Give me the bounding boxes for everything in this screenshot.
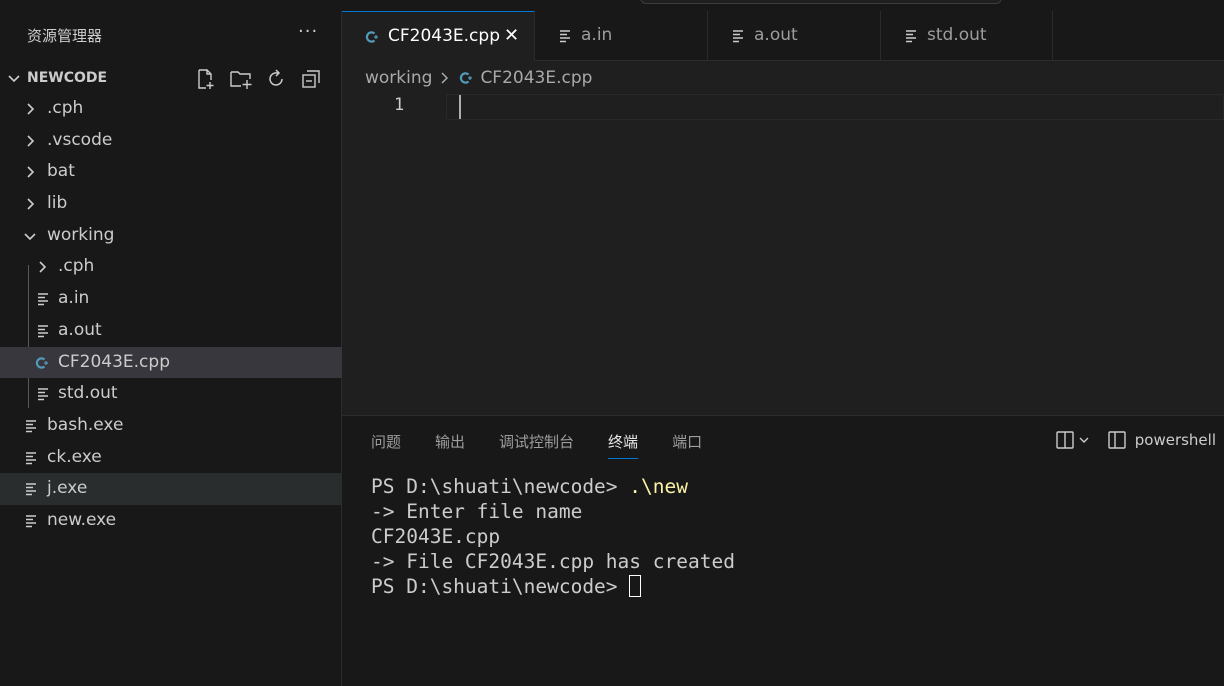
text-file-icon xyxy=(26,451,36,464)
terminal-instance-icon[interactable] xyxy=(1107,430,1127,450)
panel-tabs: 问题 输出 调试控制台 终端 端口 xyxy=(371,431,736,459)
breadcrumb-folder[interactable]: working xyxy=(365,68,432,88)
terminal-line: -> Enter file name xyxy=(371,500,583,523)
tree-item-label: new.exe xyxy=(47,509,117,530)
text-file-icon xyxy=(26,483,36,496)
tree-item-label: a.out xyxy=(58,319,102,340)
cpp-file-icon xyxy=(460,72,473,84)
tree-item-bat[interactable]: bat xyxy=(0,156,342,188)
current-line-highlight xyxy=(446,94,1224,120)
bottom-panel: 问题 输出 调试控制台 终端 端口 powershell PS D:\shuat… xyxy=(342,415,1224,686)
tree-item-bash-exe[interactable]: bash.exe xyxy=(0,410,342,442)
tab-problems[interactable]: 问题 xyxy=(371,431,401,458)
line-number: 1 xyxy=(394,95,405,115)
code-editor[interactable]: working CF2043E.cpp 1 xyxy=(342,61,1224,415)
tree-item-label: a.in xyxy=(58,288,90,309)
close-icon[interactable]: ✕ xyxy=(504,25,519,46)
text-file-icon xyxy=(26,420,36,433)
collapse-all-icon[interactable] xyxy=(299,67,323,91)
tab-label: std.out xyxy=(927,25,987,45)
workspace-section-header[interactable]: NEWCODE xyxy=(0,67,342,91)
tree-item-label: .cph xyxy=(47,98,84,118)
explorer-title: 资源管理器 xyxy=(27,27,103,45)
chevron-right-icon xyxy=(27,135,35,147)
tab-a-in[interactable]: a.in xyxy=(535,11,708,61)
tree-item-label: .vscode xyxy=(47,129,113,150)
terminal-output[interactable]: PS D:\shuati\newcode> .\new -> Enter fil… xyxy=(371,474,735,599)
terminal-name[interactable]: powershell xyxy=(1135,431,1216,449)
tab-label: a.out xyxy=(754,25,798,45)
tab-label: a.in xyxy=(581,25,613,45)
text-file-icon xyxy=(733,30,743,43)
tree-item-cf2043e-cpp[interactable]: CF2043E.cpp xyxy=(0,346,342,379)
text-file-icon xyxy=(906,30,916,43)
editor-tab-bar: CF2043E.cpp ✕ a.in a.out std.out xyxy=(342,11,1224,62)
refresh-icon[interactable] xyxy=(264,67,288,91)
text-file-icon xyxy=(38,388,48,401)
chevron-right-icon xyxy=(39,261,47,274)
command-center[interactable] xyxy=(640,0,1002,4)
tree-item-label: lib xyxy=(47,193,68,214)
chevron-down-icon xyxy=(24,233,36,240)
split-terminal-icon[interactable] xyxy=(1055,430,1075,450)
chevron-right-icon xyxy=(27,198,35,210)
terminal-line: CF2043E.cpp xyxy=(371,525,501,548)
tab-cf2043e-cpp[interactable]: CF2043E.cpp ✕ xyxy=(342,11,535,62)
text-cursor xyxy=(459,95,461,119)
breadcrumb-file[interactable]: CF2043E.cpp xyxy=(480,68,592,88)
tree-item-std-out[interactable]: std.out xyxy=(0,378,342,410)
tree-item-label: ck.exe xyxy=(47,446,102,467)
tree-item-label: bat xyxy=(47,161,75,182)
tab-a-out[interactable]: a.out xyxy=(708,11,881,61)
tree-item-cph[interactable]: .cph xyxy=(0,93,342,125)
tree-item-j-exe[interactable]: j.exe xyxy=(0,473,342,505)
title-bar xyxy=(0,0,1224,11)
chevron-down-icon xyxy=(8,75,20,83)
text-file-icon xyxy=(38,325,48,338)
tree-item-lib[interactable]: lib xyxy=(0,188,342,220)
tree-item-label: working xyxy=(47,224,115,245)
chevron-right-icon xyxy=(27,166,35,178)
text-file-icon xyxy=(38,293,48,306)
text-file-icon xyxy=(26,515,36,528)
chevron-right-icon xyxy=(27,103,35,115)
tab-std-out[interactable]: std.out xyxy=(881,11,1053,61)
terminal-prompt: PS D:\shuati\newcode> xyxy=(371,475,630,498)
text-file-icon xyxy=(560,30,570,43)
tree-item-a-out[interactable]: a.out xyxy=(0,315,342,347)
tab-output[interactable]: 输出 xyxy=(435,431,465,458)
tab-ports[interactable]: 端口 xyxy=(672,431,702,458)
tree-item-label: .cph xyxy=(58,256,95,277)
chevron-right-icon xyxy=(441,72,449,84)
tree-item-label: CF2043E.cpp xyxy=(58,351,170,372)
tab-debug-console[interactable]: 调试控制台 xyxy=(499,431,574,458)
cpp-file-icon xyxy=(365,31,378,43)
terminal-toolbar: powershell xyxy=(1055,430,1216,450)
terminal-cursor xyxy=(629,575,642,597)
more-actions-icon[interactable]: ··· xyxy=(298,21,318,42)
terminal-prompt: PS D:\shuati\newcode> xyxy=(371,575,630,598)
chevron-down-icon[interactable] xyxy=(1077,430,1091,450)
breadcrumb: working CF2043E.cpp xyxy=(365,68,592,88)
new-folder-icon[interactable] xyxy=(229,67,253,91)
tree-item-label: bash.exe xyxy=(47,414,124,435)
explorer-sidebar: 资源管理器 ··· NEWCODE .cph .vscode bat lib w… xyxy=(0,11,342,686)
cpp-file-icon xyxy=(35,356,48,369)
tree-item-working-cph[interactable]: .cph xyxy=(0,251,342,283)
tree-item-working[interactable]: working xyxy=(0,220,342,252)
new-file-icon[interactable] xyxy=(194,67,218,91)
tab-terminal[interactable]: 终端 xyxy=(608,431,639,459)
terminal-command: .\new xyxy=(629,475,688,498)
file-tree: .cph .vscode bat lib working .cph a.in a… xyxy=(0,93,342,537)
tree-item-label: j.exe xyxy=(47,478,88,499)
tree-item-ck-exe[interactable]: ck.exe xyxy=(0,442,342,474)
tab-label: CF2043E.cpp xyxy=(388,26,500,46)
tree-item-new-exe[interactable]: new.exe xyxy=(0,505,342,537)
workspace-name: NEWCODE xyxy=(27,70,108,86)
terminal-line: -> File CF2043E.cpp has created xyxy=(371,550,735,573)
tree-item-label: std.out xyxy=(58,383,118,404)
tree-item-vscode[interactable]: .vscode xyxy=(0,125,342,157)
tree-item-a-in[interactable]: a.in xyxy=(0,283,342,315)
